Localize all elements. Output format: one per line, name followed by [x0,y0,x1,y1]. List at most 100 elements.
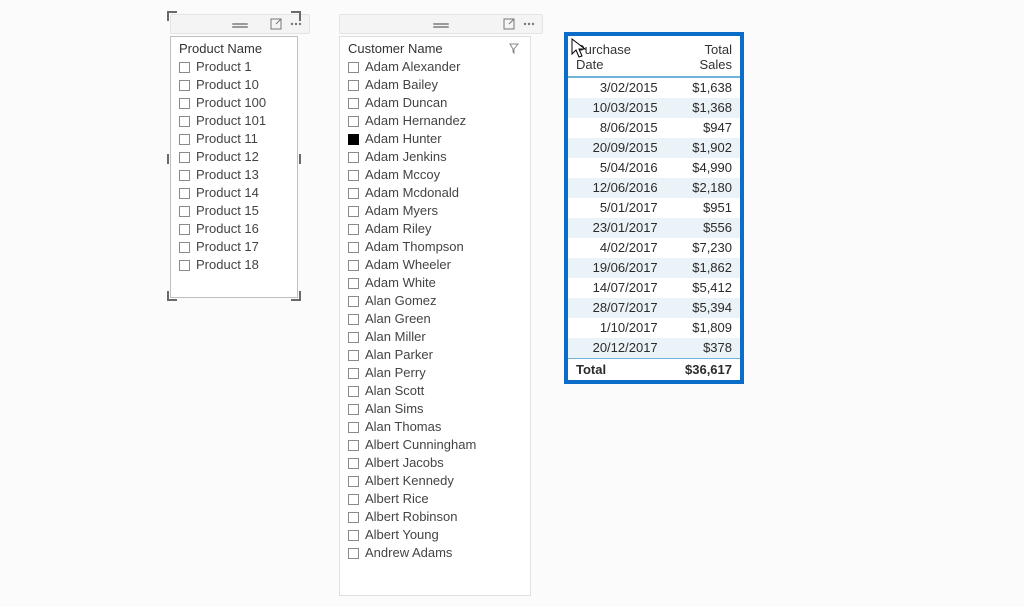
selection-handle[interactable] [299,154,301,164]
customer-item[interactable]: Alan Sims [344,400,526,418]
checkbox-icon[interactable] [348,458,359,469]
checkbox-icon[interactable] [348,296,359,307]
checkbox-icon[interactable] [179,134,190,145]
slicer1-header[interactable] [170,14,310,34]
customer-name-slicer[interactable]: Customer Name Adam AlexanderAdam BaileyA… [339,36,531,596]
customer-item[interactable]: Adam Wheeler [344,256,526,274]
table-row[interactable]: 14/07/2017$5,412 [568,278,740,298]
col-purchase-date[interactable]: Purchase Date [568,36,662,77]
clear-filter-icon[interactable] [508,42,522,56]
product-item[interactable]: Product 100 [175,94,293,112]
table-row[interactable]: 5/04/2016$4,990 [568,158,740,178]
checkbox-icon[interactable] [348,422,359,433]
product-item[interactable]: Product 1 [175,58,293,76]
selection-handle[interactable] [167,154,169,164]
product-item[interactable]: Product 13 [175,166,293,184]
checkbox-icon[interactable] [348,548,359,559]
checkbox-icon[interactable] [348,512,359,523]
customer-item[interactable]: Albert Young [344,526,526,544]
customer-item[interactable]: Alan Parker [344,346,526,364]
checkbox-icon[interactable] [348,260,359,271]
table-row[interactable]: 3/02/2015$1,638 [568,77,740,98]
product-item[interactable]: Product 16 [175,220,293,238]
product-item[interactable]: Product 14 [175,184,293,202]
customer-item[interactable]: Albert Cunningham [344,436,526,454]
checkbox-icon[interactable] [348,152,359,163]
customer-item[interactable]: Albert Kennedy [344,472,526,490]
customer-item[interactable]: Adam Hernandez [344,112,526,130]
checkbox-icon[interactable] [179,116,190,127]
checkbox-icon[interactable] [179,80,190,91]
customer-item[interactable]: Albert Robinson [344,508,526,526]
checkbox-icon[interactable] [348,440,359,451]
checkbox-icon[interactable] [179,152,190,163]
product-item[interactable]: Product 17 [175,238,293,256]
customer-item[interactable]: Adam Bailey [344,76,526,94]
customer-item[interactable]: Albert Rice [344,490,526,508]
more-options-icon[interactable] [289,17,303,31]
checkbox-icon[interactable] [348,188,359,199]
customer-item[interactable]: Albert Jacobs [344,454,526,472]
col-total-sales[interactable]: Total Sales [662,36,740,77]
checkbox-icon[interactable] [348,206,359,217]
customer-item[interactable]: Andrew Adams [344,544,526,562]
customer-item[interactable]: Adam Jenkins [344,148,526,166]
checkbox-icon[interactable] [348,116,359,127]
table-row[interactable]: 12/06/2016$2,180 [568,178,740,198]
checkbox-icon[interactable] [348,350,359,361]
table-row[interactable]: 23/01/2017$556 [568,218,740,238]
checkbox-icon[interactable] [179,242,190,253]
table-row[interactable]: 20/12/2017$378 [568,338,740,359]
table-row[interactable]: 10/03/2015$1,368 [568,98,740,118]
customer-item[interactable]: Adam Alexander [344,58,526,76]
focus-mode-icon[interactable] [269,17,283,31]
checkbox-icon[interactable] [348,98,359,109]
checkbox-icon[interactable] [179,206,190,217]
customer-item[interactable]: Alan Gomez [344,292,526,310]
checkbox-icon[interactable] [348,530,359,541]
checkbox-icon[interactable] [179,188,190,199]
drag-handle-icon[interactable] [232,23,248,25]
table-row[interactable]: 8/06/2015$947 [568,118,740,138]
checkbox-icon[interactable] [348,224,359,235]
table-row[interactable]: 4/02/2017$7,230 [568,238,740,258]
table-row[interactable]: 5/01/2017$951 [568,198,740,218]
report-canvas[interactable]: Product Name Product 1Product 10Product … [0,0,1024,607]
drag-handle-icon[interactable] [433,23,449,25]
product-item[interactable]: Product 10 [175,76,293,94]
checkbox-icon[interactable] [348,134,359,145]
checkbox-icon[interactable] [348,494,359,505]
checkbox-icon[interactable] [179,260,190,271]
checkbox-icon[interactable] [348,386,359,397]
table-row[interactable]: 19/06/2017$1,862 [568,258,740,278]
product-item[interactable]: Product 12 [175,148,293,166]
checkbox-icon[interactable] [348,368,359,379]
customer-item[interactable]: Adam Thompson [344,238,526,256]
checkbox-icon[interactable] [348,62,359,73]
checkbox-icon[interactable] [348,314,359,325]
product-item[interactable]: Product 101 [175,112,293,130]
product-name-slicer[interactable]: Product Name Product 1Product 10Product … [170,36,298,298]
product-item[interactable]: Product 15 [175,202,293,220]
checkbox-icon[interactable] [348,80,359,91]
customer-item[interactable]: Adam Riley [344,220,526,238]
customer-item[interactable]: Adam Mcdonald [344,184,526,202]
customer-item[interactable]: Adam Hunter [344,130,526,148]
customer-item[interactable]: Adam Duncan [344,94,526,112]
checkbox-icon[interactable] [179,62,190,73]
customer-item[interactable]: Alan Miller [344,328,526,346]
table-row[interactable]: 1/10/2017$1,809 [568,318,740,338]
customer-item[interactable]: Adam Myers [344,202,526,220]
customer-item[interactable]: Adam White [344,274,526,292]
customer-item[interactable]: Alan Scott [344,382,526,400]
more-options-icon[interactable] [522,17,536,31]
checkbox-icon[interactable] [348,278,359,289]
checkbox-icon[interactable] [348,476,359,487]
checkbox-icon[interactable] [348,242,359,253]
product-item[interactable]: Product 18 [175,256,293,274]
customer-item[interactable]: Alan Perry [344,364,526,382]
customer-item[interactable]: Alan Green [344,310,526,328]
checkbox-icon[interactable] [348,170,359,181]
focus-mode-icon[interactable] [502,17,516,31]
checkbox-icon[interactable] [348,332,359,343]
